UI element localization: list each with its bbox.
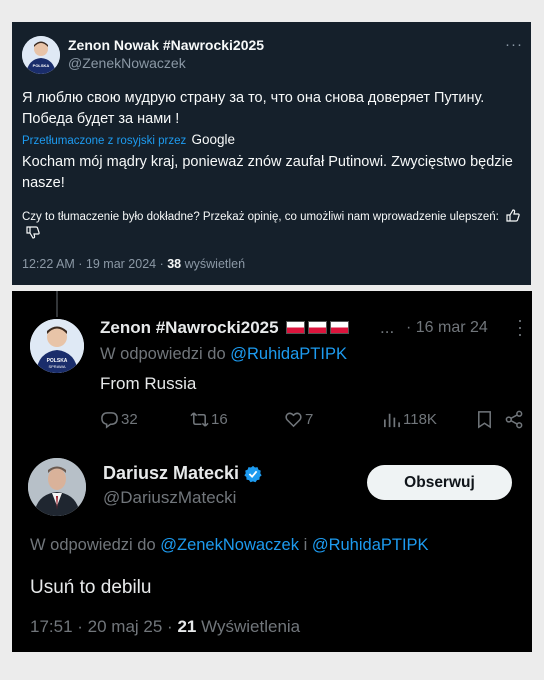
mention-link[interactable]: @RuhidaPTIPK	[230, 345, 347, 363]
poland-flag-icon	[308, 321, 328, 334]
tweet-meta: 17:51 · 20 maj 25 · 21 Wyświetlenia	[30, 617, 300, 637]
display-name[interactable]: Zenon #Nawrocki2025	[100, 318, 350, 338]
avatar-zenon[interactable]: POLSKA SPRAWA	[30, 319, 84, 373]
google-logo: Google	[191, 132, 235, 147]
timestamp[interactable]: 17:51 · 20 maj 25 ·	[30, 617, 173, 636]
reply-context: W odpowiedzi do @RuhidaPTIPK	[100, 345, 347, 364]
reply-prefix: W odpowiedzi do	[30, 536, 156, 554]
views-count: 21	[177, 617, 197, 636]
avatar-dariusz[interactable]	[28, 458, 86, 516]
display-name[interactable]: Zenon Nowak #Nawrocki2025	[68, 37, 264, 53]
translated-label[interactable]: Przetłumaczone z rosyjski przez	[22, 135, 186, 147]
avatar-zenon[interactable]: POLSKA	[22, 36, 60, 74]
tweet-meta: 12:22 AM · 19 mar 2024 · 38 wyświetleń	[22, 257, 245, 271]
timestamp[interactable]: · 16 mar 24	[406, 319, 488, 337]
repost-icon	[190, 412, 209, 427]
avatar-portrait: POLSKA SPRAWA	[30, 319, 84, 373]
name-truncation: ...	[380, 318, 395, 337]
tweet-text: Usuń to debilu	[30, 577, 152, 598]
heart-icon	[285, 412, 302, 428]
action-bar: 32 16 7 118K	[100, 410, 525, 434]
reply-context: W odpowiedzi do @ZenekNowaczek i @Ruhida…	[30, 536, 429, 555]
timestamp[interactable]: 12:22 AM · 19 mar 2024 ·	[22, 257, 164, 271]
avatar-portrait	[28, 458, 86, 516]
bookmark-button[interactable]	[475, 410, 496, 429]
tweet-card-translated: POLSKA Zenon Nowak #Nawrocki2025 @ZenekN…	[12, 22, 531, 285]
reply-icon	[101, 412, 118, 429]
reply-thread: POLSKA SPRAWA Zenon #Nawrocki2025 ... · …	[12, 291, 532, 652]
views-count: 38	[167, 257, 182, 271]
reply-button[interactable]: 32	[100, 410, 138, 429]
avatar-logo-text: POLSKA	[33, 63, 50, 68]
handle[interactable]: @ZenekNowaczek	[68, 55, 186, 71]
handle[interactable]: @DariuszMatecki	[103, 488, 236, 508]
mention-link[interactable]: @RuhidaPTIPK	[312, 536, 429, 554]
reply-count: 32	[121, 411, 138, 428]
thumbs-down-icon[interactable]	[26, 226, 40, 239]
views-button[interactable]: 118K	[382, 410, 437, 429]
poland-flag-icon	[286, 321, 306, 334]
avatar-logo-text: SPRAWA	[48, 364, 65, 369]
follow-button[interactable]: Obserwuj	[367, 465, 512, 500]
poland-flag-icon	[330, 321, 350, 334]
display-name[interactable]: Dariusz Matecki	[103, 463, 262, 484]
reply-conjunction: i	[303, 536, 308, 554]
view-count: 118K	[403, 411, 437, 428]
tweet-translated-text: Kocham mój mądry kraj, ponieważ znów zau…	[22, 154, 513, 191]
mention-link[interactable]: @ZenekNowaczek	[160, 536, 299, 554]
share-button[interactable]	[505, 410, 526, 429]
verified-badge-icon	[244, 465, 262, 482]
thumbs-up-icon[interactable]	[506, 209, 520, 222]
display-name-text[interactable]: Dariusz Matecki	[103, 463, 239, 484]
views-label: wyświetleń	[184, 257, 246, 271]
views-label: Wyświetlenia	[201, 617, 301, 636]
like-button[interactable]: 7	[284, 410, 313, 429]
thread-connector-line	[56, 291, 58, 317]
translation-feedback: Czy to tłumaczenie było dokładne? Przeka…	[22, 209, 522, 243]
bookmark-icon	[478, 411, 491, 429]
display-name-text[interactable]: Zenon #Nawrocki2025	[100, 318, 279, 337]
tweet-text: From Russia	[100, 374, 197, 393]
translation-attribution[interactable]: Przetłumaczone z rosyjski przez Google	[22, 132, 235, 147]
more-options-icon[interactable]: ···	[505, 36, 523, 53]
repost-count: 16	[211, 411, 228, 428]
like-count: 7	[305, 411, 314, 428]
tweet-original-text: Я люблю свою мудрую страну за то, что он…	[22, 90, 485, 127]
analytics-icon	[383, 413, 400, 428]
share-icon	[505, 410, 523, 429]
repost-button[interactable]: 16	[190, 410, 228, 429]
feedback-question: Czy to tłumaczenie było dokładne? Przeka…	[22, 211, 499, 223]
avatar-portrait: POLSKA	[22, 36, 60, 74]
more-options-icon[interactable]: ···	[517, 311, 523, 343]
reply-prefix: W odpowiedzi do	[100, 345, 226, 363]
